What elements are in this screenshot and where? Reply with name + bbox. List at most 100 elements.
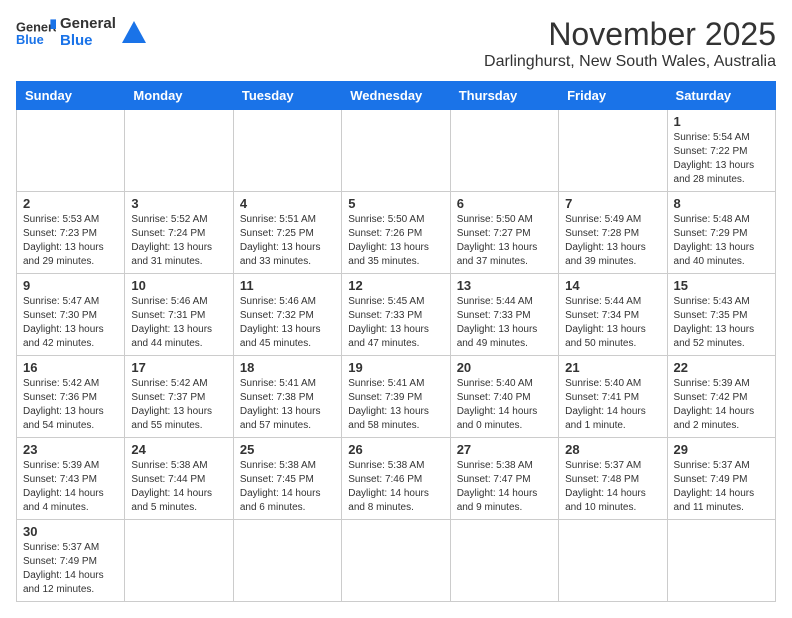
day-info: Sunrise: 5:39 AMSunset: 7:43 PMDaylight:… [23,459,118,515]
calendar-cell [17,110,125,192]
calendar-cell: 11Sunrise: 5:46 AMSunset: 7:32 PMDayligh… [233,274,341,356]
calendar-cell: 2Sunrise: 5:53 AMSunset: 7:23 PMDaylight… [17,192,125,274]
calendar-week-row: 30 Sunrise: 5:37 AMSunset: 7:49 PMDayligh… [17,520,776,602]
day-info: Sunrise: 5:51 AMSunset: 7:25 PMDaylight:… [240,213,335,269]
day-info: Sunrise: 5:50 AMSunset: 7:27 PMDaylight:… [457,213,552,269]
calendar-cell [125,110,233,192]
title-area: November 2025 Darlinghurst, New South Wa… [484,16,776,71]
day-number: 16 [23,360,118,375]
calendar-table: SundayMondayTuesdayWednesdayThursdayFrid… [16,81,776,602]
day-info: Sunrise: 5:38 AMSunset: 7:45 PMDaylight:… [240,459,335,515]
calendar-cell: 4 Sunrise: 5:51 AMSunset: 7:25 PMDaylight… [233,192,341,274]
calendar-cell [342,520,450,602]
day-info: Sunrise: 5:42 AMSunset: 7:37 PMDaylight:… [131,377,226,433]
day-info: Sunrise: 5:38 AMSunset: 7:44 PMDaylight:… [131,459,226,515]
calendar-cell [450,110,558,192]
day-number: 3 [131,196,226,211]
day-number: 14 [565,278,660,293]
weekday-header-monday: Monday [125,82,233,110]
svg-text:Blue: Blue [16,32,44,47]
calendar-cell: 23Sunrise: 5:39 AMSunset: 7:43 PMDayligh… [17,438,125,520]
calendar-cell: 5Sunrise: 5:50 AMSunset: 7:26 PMDaylight… [342,192,450,274]
day-number: 21 [565,360,660,375]
logo-triangle-icon [120,19,148,47]
calendar-cell: 9 Sunrise: 5:47 AMSunset: 7:30 PMDaylight… [17,274,125,356]
calendar-cell: 30 Sunrise: 5:37 AMSunset: 7:49 PMDayligh… [17,520,125,602]
weekday-header-row: SundayMondayTuesdayWednesdayThursdayFrid… [17,82,776,110]
calendar-cell: 27 Sunrise: 5:38 AMSunset: 7:47 PMDayligh… [450,438,558,520]
calendar-cell: 10 Sunrise: 5:46 AMSunset: 7:31 PMDayligh… [125,274,233,356]
calendar-week-row: 2Sunrise: 5:53 AMSunset: 7:23 PMDaylight… [17,192,776,274]
day-info: Sunrise: 5:38 AMSunset: 7:46 PMDaylight:… [348,459,443,515]
day-info: Sunrise: 5:37 AMSunset: 7:48 PMDaylight:… [565,459,660,515]
day-info: Sunrise: 5:44 AMSunset: 7:34 PMDaylight:… [565,295,660,351]
calendar-cell: 14 Sunrise: 5:44 AMSunset: 7:34 PMDayligh… [559,274,667,356]
day-info: Sunrise: 5:46 AMSunset: 7:31 PMDaylight:… [131,295,226,351]
calendar-cell: 1 Sunrise: 5:54 AMSunset: 7:22 PMDaylight… [667,110,775,192]
location-title: Darlinghurst, New South Wales, Australia [484,53,776,71]
day-number: 27 [457,442,552,457]
day-number: 4 [240,196,335,211]
logo-general-text: General [60,16,116,33]
day-number: 15 [674,278,769,293]
day-info: Sunrise: 5:48 AMSunset: 7:29 PMDaylight:… [674,213,769,269]
calendar-cell [233,110,341,192]
day-number: 9 [23,278,118,293]
calendar-cell: 24Sunrise: 5:38 AMSunset: 7:44 PMDayligh… [125,438,233,520]
day-info: Sunrise: 5:37 AMSunset: 7:49 PMDaylight:… [674,459,769,515]
day-info: Sunrise: 5:40 AMSunset: 7:40 PMDaylight:… [457,377,552,433]
day-info: Sunrise: 5:41 AMSunset: 7:39 PMDaylight:… [348,377,443,433]
calendar-cell [233,520,341,602]
calendar-cell: 26 Sunrise: 5:38 AMSunset: 7:46 PMDayligh… [342,438,450,520]
calendar-cell: 18Sunrise: 5:41 AMSunset: 7:38 PMDayligh… [233,356,341,438]
day-info: Sunrise: 5:41 AMSunset: 7:38 PMDaylight:… [240,377,335,433]
day-number: 13 [457,278,552,293]
calendar-cell [559,520,667,602]
calendar-cell: 19 Sunrise: 5:41 AMSunset: 7:39 PMDayligh… [342,356,450,438]
day-number: 25 [240,442,335,457]
calendar-week-row: 1 Sunrise: 5:54 AMSunset: 7:22 PMDaylight… [17,110,776,192]
day-number: 12 [348,278,443,293]
calendar-cell [559,110,667,192]
calendar-cell: 29Sunrise: 5:37 AMSunset: 7:49 PMDayligh… [667,438,775,520]
day-info: Sunrise: 5:42 AMSunset: 7:36 PMDaylight:… [23,377,118,433]
weekday-header-tuesday: Tuesday [233,82,341,110]
calendar-week-row: 16 Sunrise: 5:42 AMSunset: 7:36 PMDayligh… [17,356,776,438]
day-number: 8 [674,196,769,211]
day-info: Sunrise: 5:38 AMSunset: 7:47 PMDaylight:… [457,459,552,515]
day-number: 6 [457,196,552,211]
day-info: Sunrise: 5:39 AMSunset: 7:42 PMDaylight:… [674,377,769,433]
day-number: 5 [348,196,443,211]
day-info: Sunrise: 5:49 AMSunset: 7:28 PMDaylight:… [565,213,660,269]
day-info: Sunrise: 5:52 AMSunset: 7:24 PMDaylight:… [131,213,226,269]
logo: General Blue General Blue [16,16,148,49]
day-info: Sunrise: 5:47 AMSunset: 7:30 PMDaylight:… [23,295,118,351]
day-number: 30 [23,524,118,539]
logo-icon: General Blue [16,17,56,49]
calendar-cell: 15Sunrise: 5:43 AMSunset: 7:35 PMDayligh… [667,274,775,356]
calendar-week-row: 23Sunrise: 5:39 AMSunset: 7:43 PMDayligh… [17,438,776,520]
calendar-cell [342,110,450,192]
calendar-cell: 17 Sunrise: 5:42 AMSunset: 7:37 PMDayligh… [125,356,233,438]
day-info: Sunrise: 5:44 AMSunset: 7:33 PMDaylight:… [457,295,552,351]
calendar-cell: 7Sunrise: 5:49 AMSunset: 7:28 PMDaylight… [559,192,667,274]
page-header: General Blue General Blue November 2025 … [16,16,776,71]
calendar-cell: 6 Sunrise: 5:50 AMSunset: 7:27 PMDaylight… [450,192,558,274]
calendar-cell: 3 Sunrise: 5:52 AMSunset: 7:24 PMDaylight… [125,192,233,274]
calendar-cell [667,520,775,602]
calendar-cell: 25 Sunrise: 5:38 AMSunset: 7:45 PMDayligh… [233,438,341,520]
day-number: 17 [131,360,226,375]
logo-blue-text: Blue [60,33,116,50]
day-info: Sunrise: 5:37 AMSunset: 7:49 PMDaylight:… [23,541,118,597]
day-number: 19 [348,360,443,375]
weekday-header-friday: Friday [559,82,667,110]
day-info: Sunrise: 5:54 AMSunset: 7:22 PMDaylight:… [674,131,769,187]
calendar-cell: 16 Sunrise: 5:42 AMSunset: 7:36 PMDayligh… [17,356,125,438]
day-number: 22 [674,360,769,375]
weekday-header-wednesday: Wednesday [342,82,450,110]
day-number: 1 [674,114,769,129]
day-number: 10 [131,278,226,293]
day-number: 26 [348,442,443,457]
calendar-cell [450,520,558,602]
calendar-cell: 8 Sunrise: 5:48 AMSunset: 7:29 PMDaylight… [667,192,775,274]
